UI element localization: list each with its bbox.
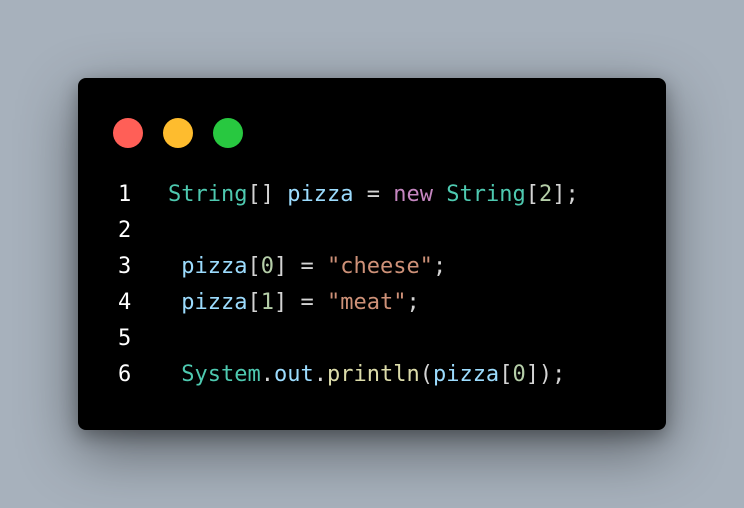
code-token: "cheese" bbox=[326, 254, 433, 279]
code-content bbox=[168, 213, 646, 249]
line-number: 2 bbox=[118, 218, 132, 243]
code-content: pizza[1] = "meat"; bbox=[168, 285, 646, 321]
code-token: ] = bbox=[273, 290, 327, 315]
code-token: 0 bbox=[512, 362, 526, 387]
code-token: pizza bbox=[181, 254, 248, 279]
code-token: [ bbox=[499, 362, 513, 387]
code-token: ; bbox=[406, 290, 420, 315]
close-icon[interactable] bbox=[113, 118, 143, 148]
code-line: 1 String[] pizza = new String[2]; bbox=[118, 177, 646, 213]
minimize-icon[interactable] bbox=[163, 118, 193, 148]
code-content: pizza[0] = "cheese"; bbox=[168, 249, 646, 285]
code-token: [ bbox=[525, 182, 539, 207]
maximize-icon[interactable] bbox=[213, 118, 243, 148]
code-token: [] bbox=[247, 182, 288, 207]
code-content: String[] pizza = new String[2]; bbox=[168, 177, 646, 213]
line-number: 1 bbox=[118, 182, 132, 207]
window-controls bbox=[113, 118, 243, 148]
line-number: 3 bbox=[118, 254, 132, 279]
code-token: . bbox=[260, 362, 274, 387]
code-token: 2 bbox=[538, 182, 553, 207]
code-token: [ bbox=[247, 290, 261, 315]
code-token: System bbox=[181, 362, 261, 387]
code-line: 4 pizza[1] = "meat"; bbox=[118, 285, 646, 321]
code-block: 1 String[] pizza = new String[2]; 2 3 pizza… bbox=[118, 177, 646, 393]
code-token: ]; bbox=[552, 182, 579, 207]
code-line: 5 bbox=[118, 321, 646, 357]
code-token: "meat" bbox=[326, 290, 407, 315]
code-token: println bbox=[326, 362, 420, 387]
code-token: new bbox=[393, 182, 433, 207]
code-token: out bbox=[273, 362, 314, 387]
line-number: 4 bbox=[118, 290, 132, 315]
code-token: ] = bbox=[273, 254, 327, 279]
code-token: 1 bbox=[260, 290, 274, 315]
code-token: String bbox=[168, 182, 248, 207]
code-token: ; bbox=[432, 254, 447, 279]
code-token: ]); bbox=[525, 362, 566, 387]
line-number: 5 bbox=[118, 326, 132, 351]
code-window: 1 String[] pizza = new String[2]; 2 3 pizza… bbox=[78, 78, 666, 430]
code-token: [ bbox=[247, 254, 261, 279]
code-line: 3 pizza[0] = "cheese"; bbox=[118, 249, 646, 285]
code-token: ( bbox=[419, 362, 433, 387]
code-token: pizza bbox=[181, 290, 248, 315]
code-line: 6 System.out.println(pizza[0]); bbox=[118, 357, 646, 393]
code-line: 2 bbox=[118, 213, 646, 249]
code-token: pizza bbox=[287, 182, 354, 207]
code-token: 0 bbox=[260, 254, 274, 279]
code-token: pizza bbox=[432, 362, 500, 387]
code-token: String bbox=[446, 182, 526, 207]
code-token: . bbox=[313, 362, 327, 387]
code-content: System.out.println(pizza[0]); bbox=[168, 357, 646, 393]
code-token: = bbox=[353, 182, 394, 207]
code-content bbox=[168, 321, 646, 357]
line-number: 6 bbox=[118, 362, 132, 387]
